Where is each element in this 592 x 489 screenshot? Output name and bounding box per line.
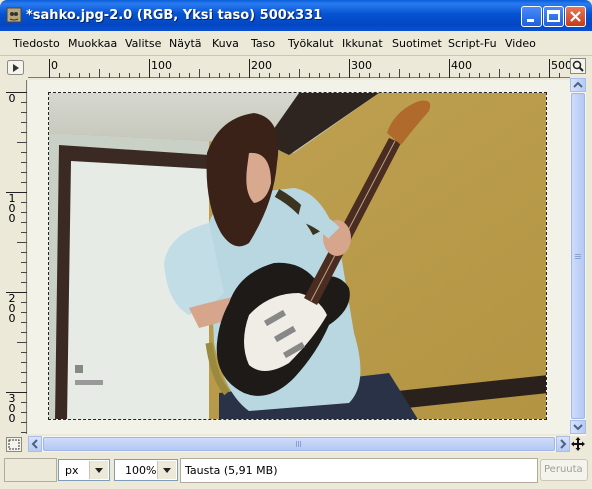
ruler-label: 500 [551,59,572,72]
title-bar[interactable]: *sahko.jpg-2.0 (RGB, Yksi taso) 500x331 [0,0,592,31]
menu-taso[interactable]: Taso [251,37,275,50]
vertical-ruler: 0 1 0 0 2 0 0 3 0 0 [5,80,27,434]
image-canvas[interactable] [48,92,547,420]
scroll-right-button[interactable] [556,436,570,452]
quickmask-icon [8,439,20,450]
scroll-up-button[interactable] [570,78,586,92]
navigate-icon [571,437,585,451]
unit-select[interactable]: px [58,459,110,481]
menu-ikkunat[interactable]: Ikkunat [342,37,383,50]
menu-suotimet[interactable]: Suotimet [392,37,442,50]
ruler-label: 100 [151,59,172,72]
menu-script-fu[interactable]: Script-Fu [448,37,497,50]
zoom-icon [572,60,584,72]
dropdown-button[interactable] [89,461,108,479]
ruler-label: 0 [8,92,16,105]
quickmask-button[interactable] [6,437,22,452]
chevron-left-icon [31,439,38,449]
grip-icon [296,441,301,447]
maximize-button[interactable] [543,6,564,27]
cancel-label: Peruuta [544,464,583,475]
zoom-select[interactable]: 100% [114,459,178,481]
vertical-scrollbar[interactable] [570,78,586,436]
zoom-value: 100% [125,464,157,477]
cancel-button[interactable]: Peruuta [540,459,588,481]
dropdown-button[interactable] [157,461,176,479]
menu-bar: Tiedosto Muokkaa Valitse Näytä Kuva Taso… [0,31,592,56]
photo [49,93,546,419]
menu-video[interactable]: Video [505,37,536,50]
menu-valitse[interactable]: Valitse [125,37,161,50]
zoom-button[interactable] [570,58,586,74]
layer-info: Tausta (5,91 MB) [185,464,278,477]
menu-kuva[interactable]: Kuva [212,37,239,50]
ruler-label: 200 [251,59,272,72]
gimp-icon [6,7,22,23]
scroll-left-button[interactable] [28,436,42,452]
pointer-coords [4,458,57,482]
navigate-button[interactable] [570,436,586,452]
menu-tiedosto[interactable]: Tiedosto [13,37,60,50]
ruler-label: 400 [451,59,472,72]
horizontal-ruler: 0 100 200 300 400 500 [28,57,572,78]
menu-tyokalut[interactable]: Työkalut [288,37,334,50]
chevron-down-icon [573,424,583,431]
menu-nayta[interactable]: Näytä [169,37,202,50]
maximize-icon [547,10,560,22]
close-button[interactable] [565,6,586,27]
ruler-label: 300 [351,59,372,72]
menu-muokkaa[interactable]: Muokkaa [68,37,117,50]
minimize-button[interactable] [521,6,542,27]
window-title: *sahko.jpg-2.0 (RGB, Yksi taso) 500x331 [26,8,323,23]
chevron-up-icon [573,81,583,88]
ruler-label: 1 0 0 [8,192,16,225]
status-message: Tausta (5,91 MB) [180,458,538,483]
minimize-icon [527,19,534,22]
close-icon [570,11,581,22]
ruler-label: 2 0 0 [8,292,16,325]
ruler-label: 0 [51,59,58,72]
ruler-label: 3 0 0 [8,392,16,425]
scroll-down-button[interactable] [570,420,586,434]
chevron-down-icon [163,468,171,473]
chevron-down-icon [95,468,103,473]
scroll-thumb[interactable] [571,93,585,419]
menu-arrow-icon [7,60,24,75]
chevron-right-icon [560,439,567,449]
scroll-thumb[interactable] [43,437,555,451]
unit-value: px [65,464,79,477]
menu-toggle-button[interactable] [6,59,26,77]
horizontal-scrollbar[interactable] [28,436,570,452]
grip-icon [575,254,581,259]
